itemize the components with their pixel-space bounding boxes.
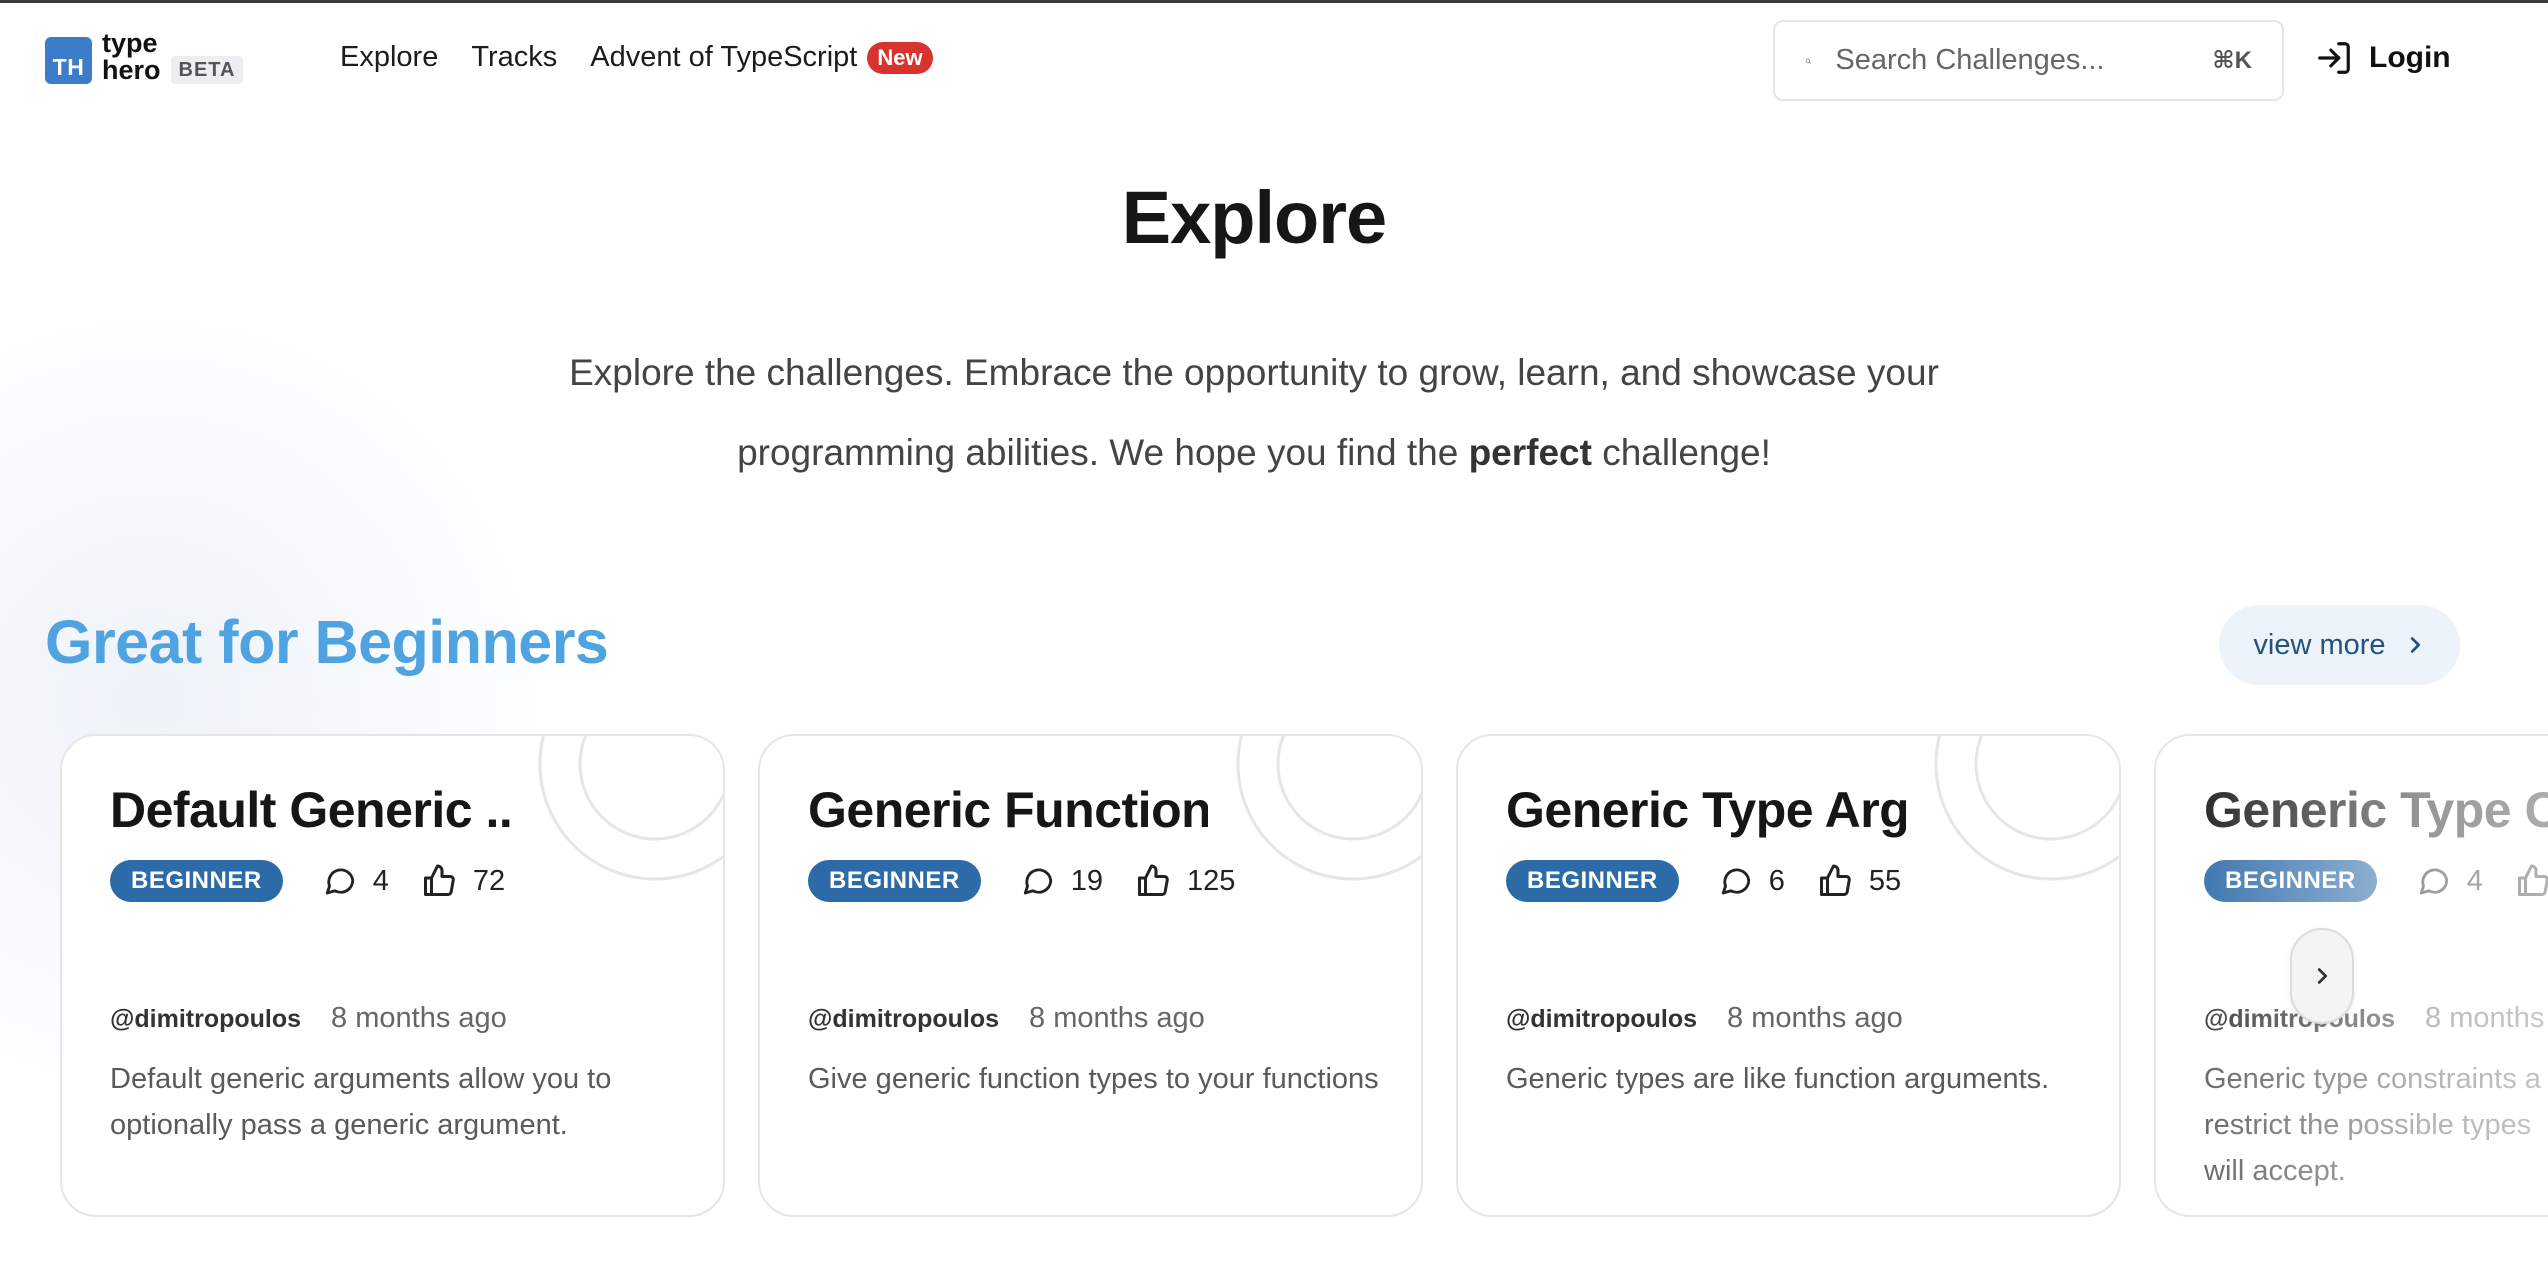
thumbs-up-icon bbox=[1819, 864, 1851, 896]
challenge-card[interactable]: Default Generic ... BEGINNER 4 72 @dimit… bbox=[60, 734, 725, 1217]
login-button[interactable]: Login bbox=[2315, 39, 2451, 77]
thumbs-up-icon bbox=[1137, 864, 1169, 896]
nav-advent-of-typescript[interactable]: Advent of TypeScript New bbox=[590, 41, 933, 74]
search-input[interactable] bbox=[1835, 44, 2213, 77]
card-meta: BEGINNER 6 55 bbox=[1506, 860, 1901, 902]
section-title: Great for Beginners bbox=[45, 608, 609, 676]
logo[interactable]: TH type hero BETA bbox=[45, 28, 244, 85]
comment-icon bbox=[1023, 868, 1052, 895]
subtitle-text-end: challenge! bbox=[1591, 432, 1771, 473]
logo-line-type: type bbox=[102, 28, 158, 58]
timestamp: 8 months bbox=[2425, 1002, 2545, 1034]
comment-icon bbox=[325, 868, 354, 895]
challenge-card[interactable]: Generic Function... BEGINNER 19 125 @dim… bbox=[758, 734, 1423, 1217]
difficulty-badge: BEGINNER bbox=[808, 860, 981, 902]
card-author-row: @dimitropoulos 8 months ago bbox=[808, 1002, 1205, 1035]
card-decoration bbox=[1236, 736, 1421, 881]
app-frame: TH type hero BETA Explore Tracks Advent … bbox=[0, 0, 2548, 1265]
timestamp: 8 months ago bbox=[331, 1002, 507, 1034]
comment-count-value: 6 bbox=[1768, 864, 1785, 897]
card-decoration bbox=[538, 736, 723, 881]
difficulty-badge: BEGINNER bbox=[110, 860, 283, 902]
view-more-button[interactable]: view more bbox=[2219, 605, 2460, 685]
logo-text: type hero BETA bbox=[102, 28, 244, 85]
card-description: Default generic arguments allow you to o… bbox=[110, 1063, 612, 1141]
page-title: Explore bbox=[1121, 176, 1387, 259]
card-meta: BEGINNER 4 72 bbox=[110, 860, 505, 902]
card-meta: BEGINNER 4 bbox=[2204, 860, 2548, 902]
card-description: Give generic function types to your func… bbox=[808, 1063, 1379, 1095]
logo-mark: TH bbox=[45, 37, 92, 84]
comment-icon bbox=[1721, 868, 1750, 895]
difficulty-badge: BEGINNER bbox=[1506, 860, 1679, 902]
like-count-value: 55 bbox=[1868, 864, 1902, 897]
timestamp: 8 months ago bbox=[1727, 1002, 1903, 1034]
subtitle-emphasis: perfect bbox=[1468, 432, 1592, 473]
beta-badge: BETA bbox=[170, 56, 244, 84]
card-title: Generic Type Co bbox=[2204, 782, 2548, 838]
difficulty-badge: BEGINNER bbox=[2204, 860, 2377, 902]
like-count: 125 bbox=[1135, 863, 1235, 899]
comment-count-value: 19 bbox=[1070, 864, 1103, 897]
card-author-row: @dimitropoulos 8 months ago bbox=[110, 1002, 507, 1035]
card-decoration bbox=[1934, 736, 2119, 881]
comment-count: 6 bbox=[1719, 864, 1785, 898]
logo-row-hero: hero BETA bbox=[102, 54, 244, 85]
carousel-next-button[interactable] bbox=[2290, 928, 2354, 1024]
view-more-label: view more bbox=[2253, 628, 2386, 661]
new-badge: New bbox=[867, 41, 933, 74]
like-count-value: 125 bbox=[1186, 864, 1236, 897]
comment-icon bbox=[2419, 868, 2448, 895]
thumbs-up-icon bbox=[423, 864, 455, 896]
login-label: Login bbox=[2369, 41, 2451, 74]
card-description: Generic types are like function argument… bbox=[1506, 1063, 2050, 1095]
comment-count: 4 bbox=[323, 864, 389, 898]
card-title: Generic Type Arg... bbox=[1506, 782, 1906, 838]
search-box[interactable]: ⌘K bbox=[1773, 20, 2284, 101]
comment-count-value: 4 bbox=[372, 864, 389, 897]
search-icon bbox=[1805, 58, 1811, 64]
author-name[interactable]: @dimitropoulos bbox=[1506, 1005, 1697, 1034]
timestamp: 8 months ago bbox=[1029, 1002, 1205, 1034]
like-count-value: 72 bbox=[472, 864, 506, 897]
nav-advent-label: Advent of TypeScript bbox=[590, 41, 858, 73]
search-shortcut: ⌘K bbox=[2212, 47, 2252, 74]
like-count: 72 bbox=[421, 863, 505, 899]
like-count bbox=[2515, 863, 2548, 899]
author-name[interactable]: @dimitropoulos bbox=[808, 1005, 999, 1034]
comment-count-value: 4 bbox=[2466, 864, 2483, 897]
challenge-card[interactable]: Generic Type Arg... BEGINNER 6 55 @dimit… bbox=[1456, 734, 2121, 1217]
main-nav: Explore Tracks Advent of TypeScript New bbox=[340, 41, 933, 74]
chevron-right-icon bbox=[2410, 637, 2420, 653]
like-count: 55 bbox=[1817, 863, 1901, 899]
card-author-row: @dimitropoulos 8 months bbox=[2204, 1002, 2544, 1035]
chevron-right-icon bbox=[2317, 968, 2328, 984]
author-name[interactable]: @dimitropoulos bbox=[110, 1005, 301, 1034]
logo-line-hero: hero bbox=[102, 54, 161, 85]
comment-count: 19 bbox=[1021, 864, 1103, 898]
card-description: Generic type constraints a restrict the … bbox=[2204, 1063, 2541, 1187]
page-subtitle: Explore the challenges. Embrace the oppo… bbox=[500, 333, 2008, 493]
top-navbar: TH type hero BETA Explore Tracks Advent … bbox=[0, 3, 2548, 118]
card-title: Generic Function... bbox=[808, 782, 1208, 838]
thumbs-up-icon bbox=[2517, 864, 2548, 896]
card-author-row: @dimitropoulos 8 months ago bbox=[1506, 1002, 1903, 1035]
login-icon bbox=[2318, 42, 2350, 74]
card-title: Default Generic ... bbox=[110, 782, 510, 838]
nav-tracks[interactable]: Tracks bbox=[471, 41, 557, 74]
card-meta: BEGINNER 19 125 bbox=[808, 860, 1235, 902]
nav-explore[interactable]: Explore bbox=[340, 41, 438, 74]
comment-count: 4 bbox=[2417, 864, 2483, 898]
